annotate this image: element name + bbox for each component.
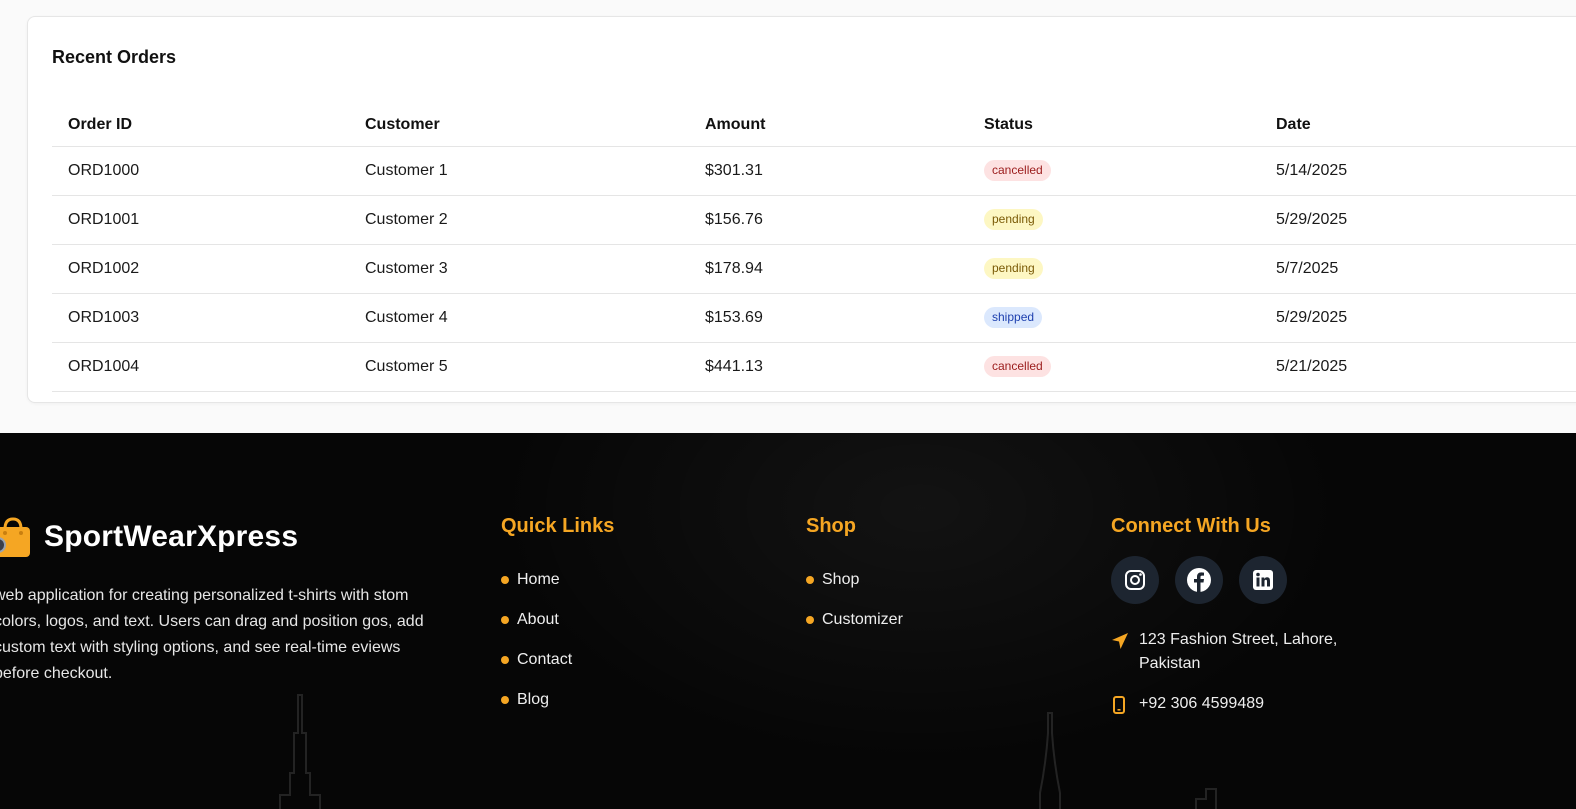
status-cell: cancelled — [968, 342, 1260, 392]
order-date: 5/7/2025 — [1260, 244, 1576, 294]
social-links — [1111, 556, 1411, 604]
link-label: Blog — [517, 691, 550, 708]
link-label: Customizer — [822, 611, 903, 628]
card-title: Recent Orders — [52, 47, 177, 67]
customer-name: Customer 5 — [349, 342, 689, 392]
status-badge: cancelled — [984, 355, 1051, 378]
order-id: ORD1002 — [52, 244, 349, 294]
link-label: Home — [517, 571, 560, 588]
order-amount: $156.76 — [689, 195, 968, 245]
bullet-dot-icon — [501, 616, 509, 624]
table-row[interactable]: ORD1000 Customer 1 $301.31 cancelled 5/1… — [52, 146, 1576, 196]
linkedin-icon — [1253, 570, 1273, 590]
status-cell: pending — [968, 195, 1260, 245]
column-header-status: Status — [968, 105, 1260, 147]
order-id: ORD1003 — [52, 293, 349, 343]
footer-link-home[interactable]: Home — [501, 560, 614, 600]
customer-name: Customer 2 — [349, 195, 689, 245]
order-amount: $178.94 — [689, 244, 968, 294]
status-badge: shipped — [984, 306, 1043, 329]
footer-link-contact[interactable]: Contact — [501, 640, 614, 680]
order-id: ORD1001 — [52, 195, 349, 245]
site-footer: SportWearXpress web application for crea… — [0, 433, 1576, 809]
connect-column: Connect With Us 123 Fashion Street, Laho… — [1111, 515, 1411, 722]
phone-number: +92 306 4599489 — [1139, 695, 1265, 712]
table-row[interactable]: ORD1002 Customer 3 $178.94 pending 5/7/2… — [52, 244, 1576, 294]
status-cell: pending — [968, 244, 1260, 294]
table-row[interactable]: ORD1003 Customer 4 $153.69 shipped 5/29/… — [52, 293, 1576, 343]
customer-name: Customer 4 — [349, 293, 689, 343]
mobile-phone-icon — [1111, 692, 1131, 722]
order-date: 5/21/2025 — [1260, 342, 1576, 392]
orders-table: Order ID Customer Amount Status Date ORD… — [52, 105, 1576, 392]
shop-column: Shop Shop Customizer — [806, 515, 903, 640]
column-header-date: Date — [1260, 105, 1576, 147]
order-date: 5/29/2025 — [1260, 293, 1576, 343]
order-date: 5/14/2025 — [1260, 146, 1576, 196]
link-label: Contact — [517, 651, 573, 668]
column-header-order-id: Order ID — [52, 105, 349, 147]
order-date: 5/29/2025 — [1260, 195, 1576, 245]
footer-brand[interactable]: SportWearXpress — [0, 515, 298, 559]
shop-title: Shop — [806, 515, 856, 537]
bullet-dot-icon — [806, 576, 814, 584]
status-cell: shipped — [968, 293, 1260, 343]
bullet-dot-icon — [501, 576, 509, 584]
order-amount: $301.31 — [689, 146, 968, 196]
footer-link-about[interactable]: About — [501, 600, 614, 640]
dashboard-section: Recent Orders Order ID Customer Amount S… — [0, 0, 1576, 435]
bullet-dot-icon — [501, 656, 509, 664]
connect-title: Connect With Us — [1111, 515, 1271, 537]
address-row: 123 Fashion Street, Lahore, Pakistan — [1111, 628, 1411, 676]
column-header-amount: Amount — [689, 105, 968, 147]
link-label: About — [517, 611, 559, 628]
table-row[interactable]: ORD1001 Customer 2 $156.76 pending 5/29/… — [52, 195, 1576, 245]
customer-name: Customer 1 — [349, 146, 689, 196]
order-amount: $441.13 — [689, 342, 968, 392]
instagram-icon — [1125, 570, 1145, 590]
facebook-icon — [1187, 568, 1211, 592]
address-text: 123 Fashion Street, Lahore, Pakistan — [1139, 628, 1337, 676]
recent-orders-card: Recent Orders Order ID Customer Amount S… — [27, 16, 1576, 403]
instagram-button[interactable] — [1111, 556, 1159, 604]
shopping-bag-icon — [0, 517, 30, 557]
status-badge: cancelled — [984, 159, 1051, 182]
footer-link-customizer[interactable]: Customizer — [806, 600, 903, 640]
footer-link-blog[interactable]: Blog — [501, 680, 614, 720]
footer-link-shop[interactable]: Shop — [806, 560, 903, 600]
bullet-dot-icon — [806, 616, 814, 624]
address-line-1: 123 Fashion Street, Lahore, — [1139, 631, 1338, 648]
table-header-row: Order ID Customer Amount Status Date — [52, 105, 1576, 147]
quick-links-title: Quick Links — [501, 515, 615, 537]
customer-name: Customer 3 — [349, 244, 689, 294]
status-badge: pending — [984, 208, 1043, 231]
brand-name: SportWearXpress — [44, 520, 299, 553]
address-line-2: Pakistan — [1139, 655, 1201, 672]
order-id: ORD1004 — [52, 342, 349, 392]
table-row[interactable]: ORD1004 Customer 5 $441.13 cancelled 5/2… — [52, 342, 1576, 392]
bullet-dot-icon — [501, 696, 509, 704]
phone-row[interactable]: +92 306 4599489 — [1111, 692, 1411, 722]
facebook-button[interactable] — [1175, 556, 1223, 604]
linkedin-button[interactable] — [1239, 556, 1287, 604]
location-arrow-icon — [1111, 628, 1131, 658]
order-id: ORD1000 — [52, 146, 349, 196]
link-label: Shop — [822, 571, 860, 588]
status-cell: cancelled — [968, 146, 1260, 196]
order-amount: $153.69 — [689, 293, 968, 343]
brand-description: web application for creating personalize… — [0, 587, 424, 682]
quick-links-column: Quick Links Home About Contact Blog — [501, 515, 614, 720]
column-header-customer: Customer — [349, 105, 689, 147]
status-badge: pending — [984, 257, 1043, 280]
